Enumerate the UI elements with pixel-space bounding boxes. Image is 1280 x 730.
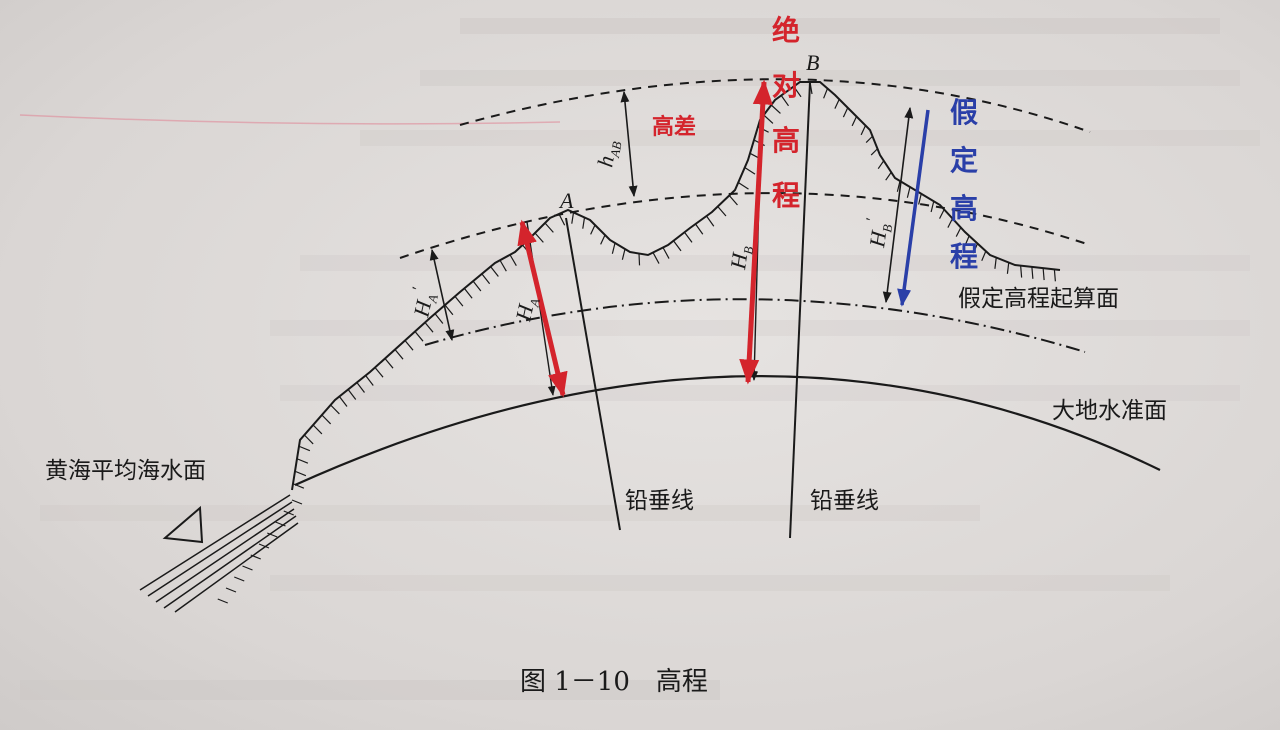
bleed-through-text	[20, 18, 1260, 700]
handwritten-char: 假	[950, 96, 978, 129]
elevation-diagram: A B HA′ HA hAB HB HB′ 假定高程起算面 大地水准面 黄海平均…	[19, 14, 1260, 700]
handwritten-char: 定	[950, 144, 978, 177]
handwritten-char: 高	[772, 124, 800, 157]
handwritten-red-diff: 高差	[652, 114, 696, 140]
label-assumed-datum: 假定高程起算面	[958, 286, 1119, 312]
label-mean-sea-level: 黄海平均海水面	[45, 458, 206, 484]
handwritten-char: 对	[772, 69, 800, 102]
handwritten-char: 程	[772, 179, 800, 212]
svg-text:绝对高程: 绝对高程	[772, 14, 800, 212]
red-arrow-hb	[739, 79, 773, 385]
label-plumb-line-a: 铅垂线	[625, 488, 694, 514]
handwritten-char: 绝	[772, 14, 800, 47]
handwritten-red-absolute: 绝对高程	[772, 14, 800, 212]
label-plumb-line-b: 铅垂线	[810, 488, 879, 514]
terrain-hatching	[217, 81, 1056, 604]
svg-text:高差: 高差	[652, 114, 696, 140]
label-hb-prime: HB′	[860, 217, 896, 250]
handwritten-char: 程	[950, 240, 978, 273]
textbook-page: A B HA′ HA hAB HB HB′ 假定高程起算面 大地水准面 黄海平均…	[0, 0, 1280, 730]
point-label-b: B	[806, 50, 819, 75]
svg-text:假定高程: 假定高程	[950, 96, 978, 273]
handwritten-blue-assumed: 假定高程	[950, 96, 978, 273]
label-geoid: 大地水准面	[1052, 398, 1167, 424]
figure-caption: 图 1－10 高程	[520, 667, 708, 697]
point-label-a: A	[558, 188, 574, 213]
svg-text:HB′: HB′	[860, 217, 896, 250]
handwritten-char: 高	[950, 192, 978, 225]
